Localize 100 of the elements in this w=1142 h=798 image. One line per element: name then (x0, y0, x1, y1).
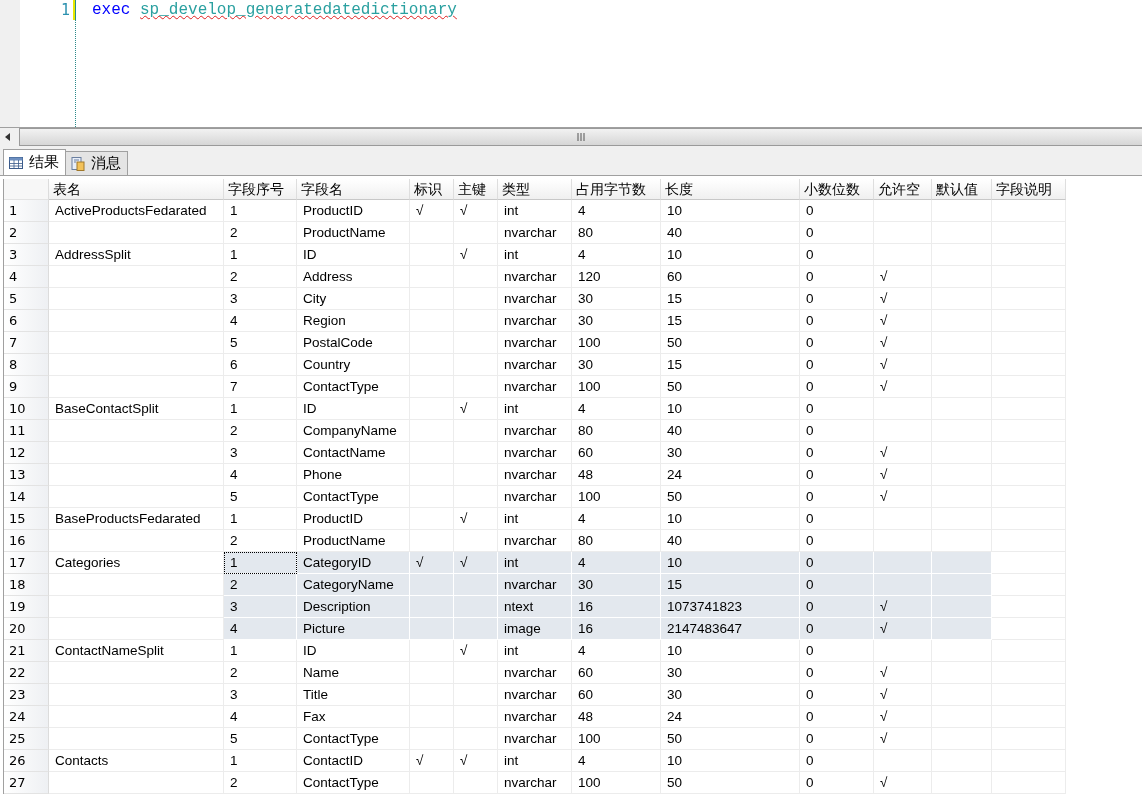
table-name-cell: Contacts (49, 750, 224, 772)
cell: CategoryName (297, 574, 410, 596)
cell: 30 (661, 662, 800, 684)
column-header[interactable]: 字段名 (297, 179, 410, 200)
row-number[interactable]: 26 (4, 750, 49, 772)
row-number[interactable]: 10 (4, 398, 49, 420)
result-tab[interactable]: 消息 (65, 151, 128, 175)
cell: nvarchar (498, 332, 572, 354)
cell: 60 (572, 442, 661, 464)
cell: 10 (661, 398, 800, 420)
row-number[interactable]: 9 (4, 376, 49, 398)
column-header[interactable]: 类型 (498, 179, 572, 200)
table-name-cell: ActiveProductsFedarated (49, 200, 224, 222)
cell: ntext (498, 596, 572, 618)
cell: ProductID (297, 508, 410, 530)
row-number[interactable]: 24 (4, 706, 49, 728)
row-number[interactable]: 22 (4, 662, 49, 684)
cell: 0 (800, 574, 874, 596)
cell: 0 (800, 486, 874, 508)
column-header[interactable]: 主键 (454, 179, 498, 200)
cell: 2 (224, 574, 297, 596)
row-number[interactable]: 23 (4, 684, 49, 706)
check-cell: √ (874, 332, 932, 354)
cell: 40 (661, 222, 800, 244)
cell: 16 (572, 618, 661, 640)
column-header[interactable]: 默认值 (932, 179, 992, 200)
row-number[interactable]: 4 (4, 266, 49, 288)
check-cell: √ (410, 200, 454, 222)
column-header[interactable]: 允许空 (874, 179, 932, 200)
cell: 3 (224, 596, 297, 618)
column-header[interactable]: 表名 (49, 179, 224, 200)
row-number[interactable]: 6 (4, 310, 49, 332)
row-number[interactable]: 21 (4, 640, 49, 662)
empty-cell (932, 640, 992, 662)
cell: 5 (224, 728, 297, 750)
cell: image (498, 618, 572, 640)
cell: CompanyName (297, 420, 410, 442)
cell: ContactID (297, 750, 410, 772)
scroll-left-icon[interactable] (5, 133, 11, 141)
check-cell: √ (410, 750, 454, 772)
cell: 0 (800, 596, 874, 618)
table-name-cell: ContactNameSplit (49, 640, 224, 662)
cell: 30 (661, 442, 800, 464)
column-header[interactable]: 长度 (661, 179, 800, 200)
row-number[interactable]: 1 (4, 200, 49, 222)
row-number[interactable]: 18 (4, 574, 49, 596)
row-number[interactable]: 27 (4, 772, 49, 794)
cell: int (498, 508, 572, 530)
check-cell: √ (454, 398, 498, 420)
column-header[interactable]: 字段序号 (224, 179, 297, 200)
grid-corner[interactable] (4, 179, 49, 200)
result-tab[interactable]: 结果 (3, 149, 66, 175)
row-number[interactable]: 2 (4, 222, 49, 244)
row-number[interactable]: 8 (4, 354, 49, 376)
row-number[interactable]: 19 (4, 596, 49, 618)
cell: City (297, 288, 410, 310)
cell: nvarchar (498, 222, 572, 244)
column-header[interactable]: 字段说明 (992, 179, 1066, 200)
cell: 0 (800, 640, 874, 662)
row-number[interactable]: 13 (4, 464, 49, 486)
cell: 80 (572, 420, 661, 442)
row-number[interactable]: 15 (4, 508, 49, 530)
column-header[interactable]: 小数位数 (800, 179, 874, 200)
cell: 120 (572, 266, 661, 288)
cell: 1 (224, 398, 297, 420)
cell: 0 (800, 354, 874, 376)
cell: 60 (572, 662, 661, 684)
cell: 60 (661, 266, 800, 288)
column-header[interactable]: 标识 (410, 179, 454, 200)
cell: 100 (572, 728, 661, 750)
cell: nvarchar (498, 376, 572, 398)
row-number[interactable]: 7 (4, 332, 49, 354)
cell: nvarchar (498, 442, 572, 464)
row-number[interactable]: 5 (4, 288, 49, 310)
check-cell: √ (874, 266, 932, 288)
cell: nvarchar (498, 266, 572, 288)
cell: 4 (572, 640, 661, 662)
cell: 3 (224, 684, 297, 706)
cell: 4 (572, 244, 661, 266)
row-number[interactable]: 17 (4, 552, 49, 574)
cell: 10 (661, 200, 800, 222)
cell: 3 (224, 288, 297, 310)
check-cell: √ (874, 310, 932, 332)
cell: 10 (661, 750, 800, 772)
cell: 15 (661, 574, 800, 596)
cell: 40 (661, 420, 800, 442)
row-number[interactable]: 11 (4, 420, 49, 442)
cell: 0 (800, 464, 874, 486)
row-number[interactable]: 14 (4, 486, 49, 508)
row-number[interactable]: 16 (4, 530, 49, 552)
row-number[interactable]: 25 (4, 728, 49, 750)
cell: 15 (661, 288, 800, 310)
row-number[interactable]: 12 (4, 442, 49, 464)
row-number[interactable]: 20 (4, 618, 49, 640)
check-cell: √ (874, 618, 932, 640)
cell: 0 (800, 618, 874, 640)
cell: 50 (661, 728, 800, 750)
row-number[interactable]: 3 (4, 244, 49, 266)
cell: nvarchar (498, 486, 572, 508)
column-header[interactable]: 占用字节数 (572, 179, 661, 200)
